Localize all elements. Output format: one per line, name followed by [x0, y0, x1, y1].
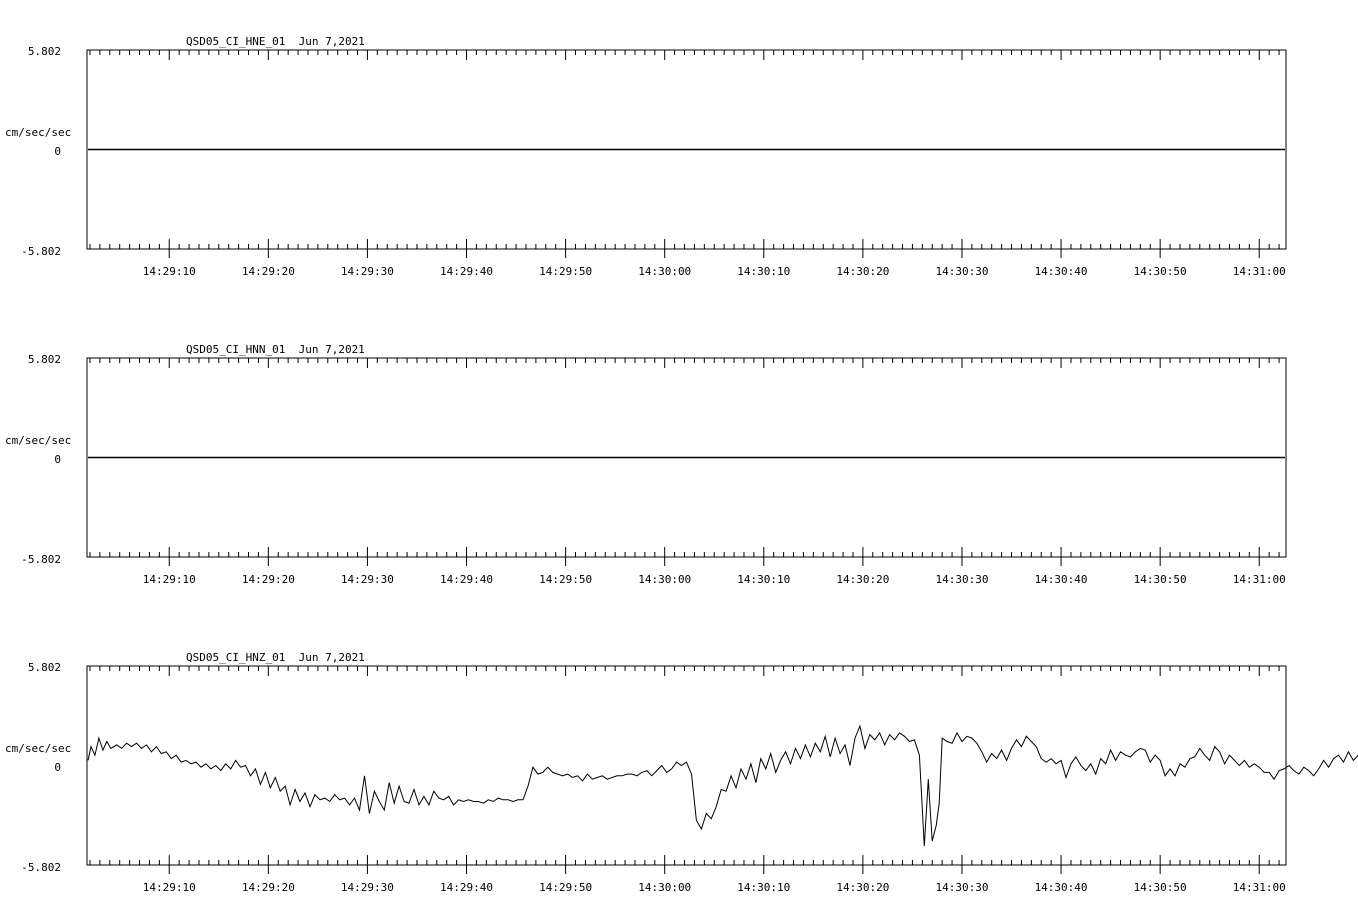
seismogram-figure: QSD05_CI_HNE_01 Jun 7,2021 cm/sec/sec 5.…: [5, 35, 1358, 894]
x-tick-label: 14:29:50: [539, 265, 592, 278]
x-tick-label: 14:29:30: [341, 573, 394, 586]
panel-title: QSD05_CI_HNE_01 Jun 7,2021: [186, 35, 365, 48]
x-tick-label: 14:29:10: [143, 265, 196, 278]
y-tick-label-zero: 0: [54, 145, 61, 158]
x-tick-label: 14:29:10: [143, 881, 196, 894]
x-tick-label: 14:30:50: [1134, 881, 1187, 894]
y-tick-label-bottom: -5.802: [21, 553, 61, 566]
plot-frame: [86, 665, 1287, 866]
x-tick-label: 14:29:20: [242, 573, 295, 586]
x-tick-label: 14:31:00: [1233, 573, 1286, 586]
x-tick-label: 14:31:00: [1233, 881, 1286, 894]
x-tick-label: 14:29:50: [539, 881, 592, 894]
x-tick-label: 14:31:00: [1233, 265, 1286, 278]
x-tick-label: 14:30:00: [638, 573, 691, 586]
x-tick-label: 14:30:20: [836, 573, 889, 586]
x-axis-ticks: [89, 50, 1280, 258]
x-tick-label: 14:30:10: [737, 265, 790, 278]
x-tick-label: 14:30:40: [1035, 573, 1088, 586]
x-tick-label: 14:29:50: [539, 573, 592, 586]
x-tick-label: 14:29:10: [143, 573, 196, 586]
x-tick-label: 14:30:30: [935, 573, 988, 586]
y-tick-label-zero: 0: [54, 453, 61, 466]
y-tick-label-top: 5.802: [28, 353, 61, 366]
x-tick-label: 14:30:30: [935, 881, 988, 894]
y-tick-label-bottom: -5.802: [21, 861, 61, 874]
x-tick-label: 14:30:40: [1035, 881, 1088, 894]
x-tick-label: 14:30:00: [638, 265, 691, 278]
x-tick-label: 14:30:00: [638, 881, 691, 894]
x-tick-label: 14:30:10: [737, 881, 790, 894]
x-tick-label: 14:30:40: [1035, 265, 1088, 278]
panel-hnz: QSD05_CI_HNZ_01 Jun 7,2021 cm/sec/sec 5.…: [5, 651, 1358, 894]
x-axis-ticks: [89, 666, 1280, 874]
y-tick-label-zero: 0: [54, 761, 61, 774]
x-tick-label: 14:29:20: [242, 881, 295, 894]
panel-title: QSD05_CI_HNZ_01 Jun 7,2021: [186, 651, 365, 664]
x-tick-label: 14:29:30: [341, 265, 394, 278]
x-tick-label: 14:30:50: [1134, 265, 1187, 278]
x-tick-label: 14:29:40: [440, 881, 493, 894]
x-tick-label: 14:30:20: [836, 265, 889, 278]
y-tick-label-bottom: -5.802: [21, 245, 61, 258]
x-tick-label: 14:30:50: [1134, 573, 1187, 586]
x-axis-ticks: [89, 358, 1280, 566]
y-axis-label: cm/sec/sec: [5, 434, 71, 447]
x-tick-label: 14:29:40: [440, 573, 493, 586]
x-axis-labels: 14:29:10 14:29:20 14:29:30 14:29:40 14:29:50…: [143, 265, 1286, 278]
x-tick-label: 14:29:40: [440, 265, 493, 278]
x-tick-label: 14:29:30: [341, 881, 394, 894]
panel-hne: QSD05_CI_HNE_01 Jun 7,2021 cm/sec/sec 5.…: [5, 35, 1287, 278]
x-tick-label: 14:30:20: [836, 881, 889, 894]
x-axis-labels: 14:29:10 14:29:20 14:29:30 14:29:40 14:29:50…: [143, 573, 1286, 586]
y-axis-label: cm/sec/sec: [5, 126, 71, 139]
y-tick-label-top: 5.802: [28, 661, 61, 674]
panel-title: QSD05_CI_HNN_01 Jun 7,2021: [186, 343, 365, 356]
y-axis-label: cm/sec/sec: [5, 742, 71, 755]
series-line: [87, 724, 1358, 847]
x-tick-label: 14:30:10: [737, 573, 790, 586]
panel-hnn: QSD05_CI_HNN_01 Jun 7,2021 cm/sec/sec 5.…: [5, 343, 1287, 586]
x-tick-label: 14:29:20: [242, 265, 295, 278]
x-axis-labels: 14:29:10 14:29:20 14:29:30 14:29:40 14:29:50…: [143, 881, 1286, 894]
y-tick-label-top: 5.802: [28, 45, 61, 58]
x-tick-label: 14:30:30: [935, 265, 988, 278]
